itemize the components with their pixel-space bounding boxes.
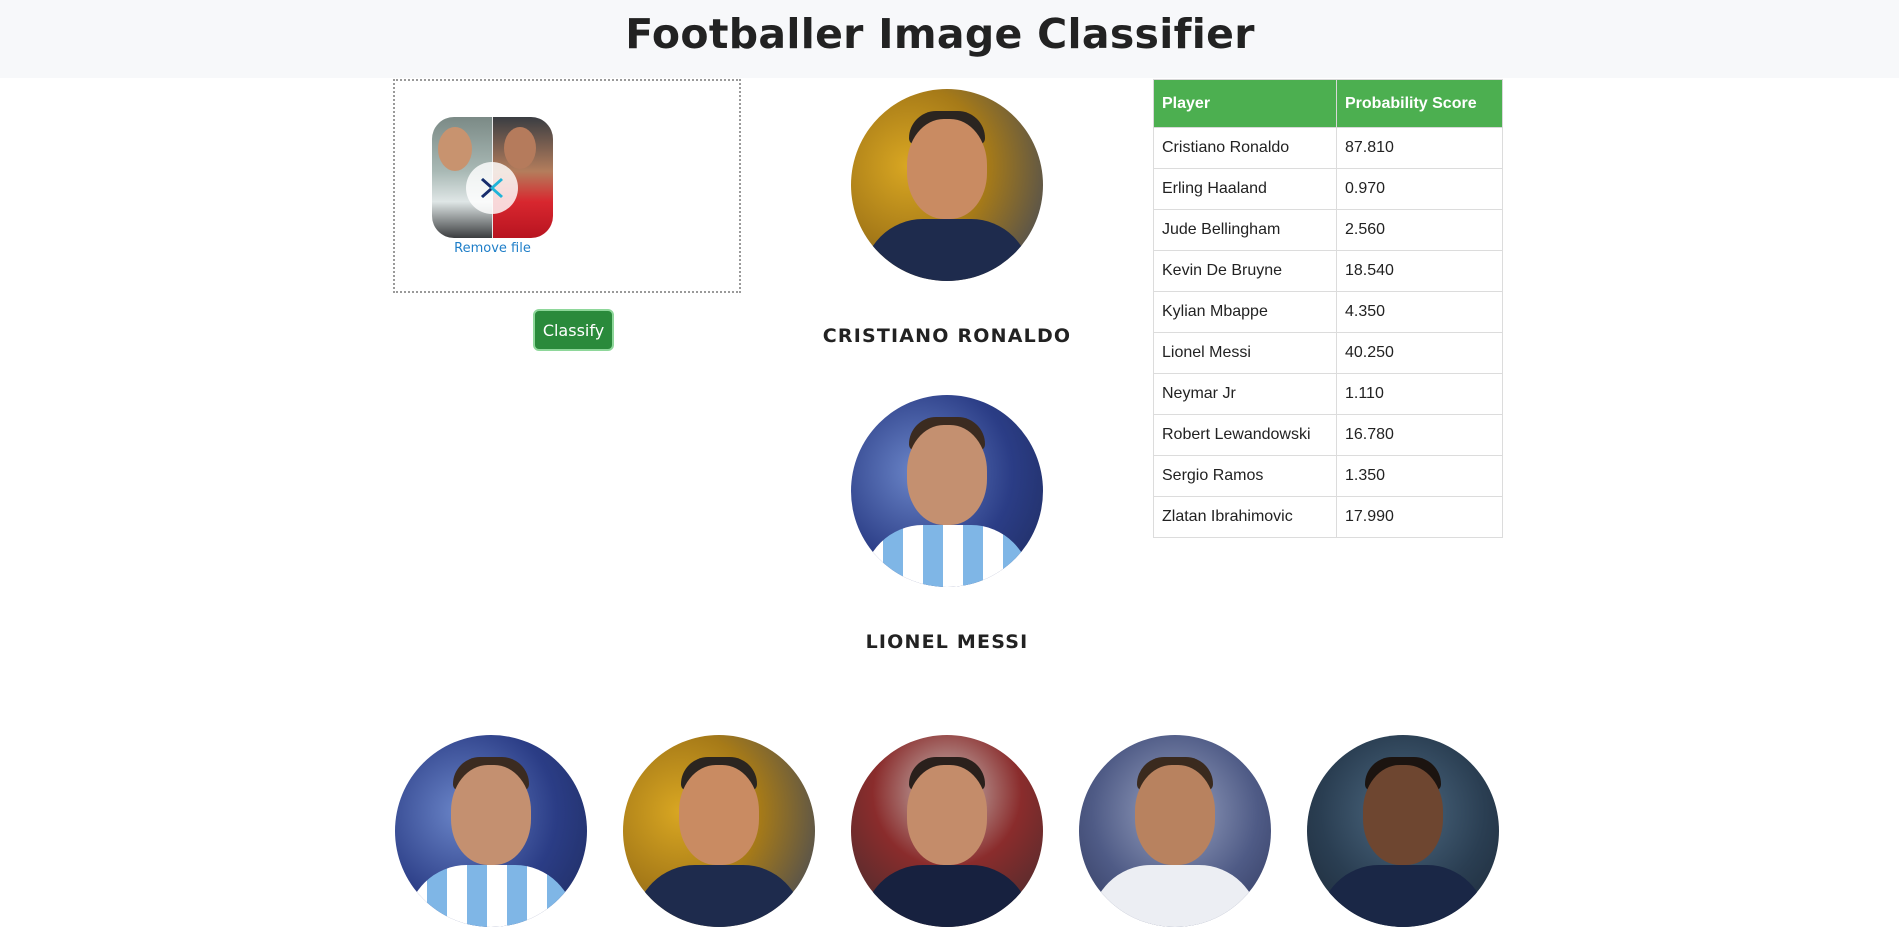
messi-portrait [851,395,1043,587]
classify-button[interactable]: Classify [533,309,614,351]
score-cell: 17.990 [1336,496,1503,538]
player-cell: Lionel Messi [1153,332,1337,374]
probability-table: Player Probability Score Cristiano Ronal… [1153,79,1503,538]
table-row: Neymar Jr 1.110 [1153,373,1503,415]
player-cell: Robert Lewandowski [1153,414,1337,456]
gallery-ronaldo-portrait [623,735,815,927]
result-player-name: CRISTIANO RONALDO [822,325,1072,347]
ronaldo-portrait [851,89,1043,281]
player-cell: Kylian Mbappe [1153,291,1337,333]
remove-file-link[interactable]: Remove file [432,241,553,256]
score-cell: 1.350 [1336,455,1503,497]
table-row: Lionel Messi 40.250 [1153,332,1503,374]
table-row: Jude Bellingham 2.560 [1153,209,1503,251]
gallery-neymar-portrait [1079,735,1271,927]
score-cell: 4.350 [1336,291,1503,333]
gallery-messi-portrait [395,735,587,927]
player-cell: Sergio Ramos [1153,455,1337,497]
score-cell: 2.560 [1336,209,1503,251]
page-header: Footballer Image Classifier [0,0,1899,78]
player-cell: Neymar Jr [1153,373,1337,415]
player-cell: Jude Bellingham [1153,209,1337,251]
gallery-mbappe-portrait [1307,735,1499,927]
score-cell: 18.540 [1336,250,1503,292]
gallery-ibrahimovic-portrait [851,735,1043,927]
column-header-probability: Probability Score [1336,79,1503,128]
score-cell: 0.970 [1336,168,1503,210]
result-player-name: LIONEL MESSI [865,631,1029,653]
table-row: Cristiano Ronaldo 87.810 [1153,127,1503,169]
table-row: Zlatan Ibrahimovic 17.990 [1153,496,1503,538]
table-row: Sergio Ramos 1.350 [1153,455,1503,497]
score-cell: 1.110 [1336,373,1503,415]
table-row: Erling Haaland 0.970 [1153,168,1503,210]
player-cell: Zlatan Ibrahimovic [1153,496,1337,538]
table-row: Robert Lewandowski 16.780 [1153,414,1503,456]
table-row: Kylian Mbappe 4.350 [1153,291,1503,333]
page-title: Footballer Image Classifier [625,10,1255,58]
player-cell: Kevin De Bruyne [1153,250,1337,292]
close-x-icon[interactable] [466,162,518,214]
player-cell: Erling Haaland [1153,168,1337,210]
score-cell: 16.780 [1336,414,1503,456]
player-cell: Cristiano Ronaldo [1153,127,1337,169]
table-row: Kevin De Bruyne 18.540 [1153,250,1503,292]
table-header-row: Player Probability Score [1153,79,1503,128]
uploaded-image-thumbnail [432,117,553,238]
column-header-player: Player [1153,79,1337,128]
score-cell: 87.810 [1336,127,1503,169]
score-cell: 40.250 [1336,332,1503,374]
upload-dropzone[interactable]: Remove file [393,79,741,293]
